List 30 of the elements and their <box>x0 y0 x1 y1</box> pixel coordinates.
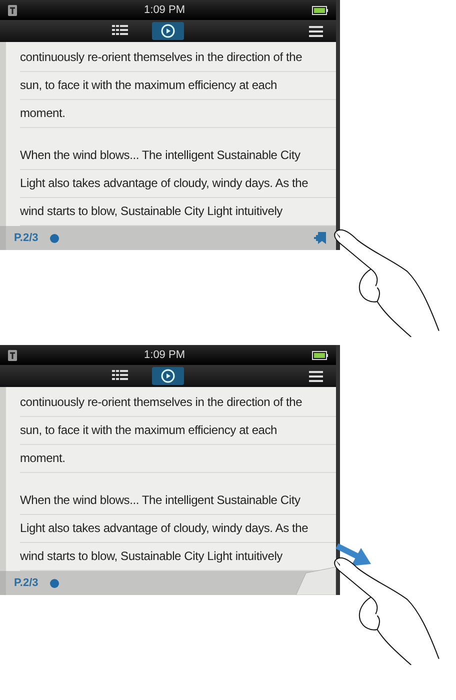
battery-icon <box>312 6 328 14</box>
list-icon <box>112 25 128 37</box>
page-dot <box>50 578 60 588</box>
text-line: sun, to face it with the maximum efficiency at each <box>20 72 336 100</box>
text-line: When the wind blows... The intelligent Sustainable City <box>20 142 336 170</box>
page-number: P.2/3 <box>14 232 38 244</box>
list-icon <box>112 370 128 382</box>
play-icon <box>161 369 175 383</box>
bookmark-add-icon[interactable] <box>314 231 328 245</box>
device-icon <box>8 4 17 16</box>
play-tab[interactable] <box>152 367 184 385</box>
text-line: Light also takes advantage of cloudy, windy days. As the <box>20 170 336 198</box>
play-icon <box>161 24 175 38</box>
text-line: moment. <box>20 100 336 128</box>
text-line: sun, to face it with the maximum efficiency at each <box>20 417 336 445</box>
arrow-icon <box>335 542 371 568</box>
status-time: 1:09 PM <box>144 349 185 361</box>
text-line: When the wind blows... The intelligent Sustainable City <box>20 487 336 515</box>
menu-icon <box>309 26 323 36</box>
text-line: continuously re-orient themselves in the direction of the <box>20 389 336 417</box>
play-tab[interactable] <box>152 22 184 40</box>
page-dot <box>50 234 60 242</box>
battery-icon <box>312 350 328 360</box>
page-number: P.2/3 <box>14 577 38 589</box>
text-line: moment. <box>20 445 336 473</box>
menu-icon <box>309 370 323 382</box>
text-line: Light also takes advantage of cloudy, windy days. As the <box>20 515 336 543</box>
status-time: 1:09 PM <box>144 4 185 16</box>
text-line: continuously re-orient themselves in the direction of the <box>20 44 336 72</box>
device-icon <box>8 350 17 360</box>
